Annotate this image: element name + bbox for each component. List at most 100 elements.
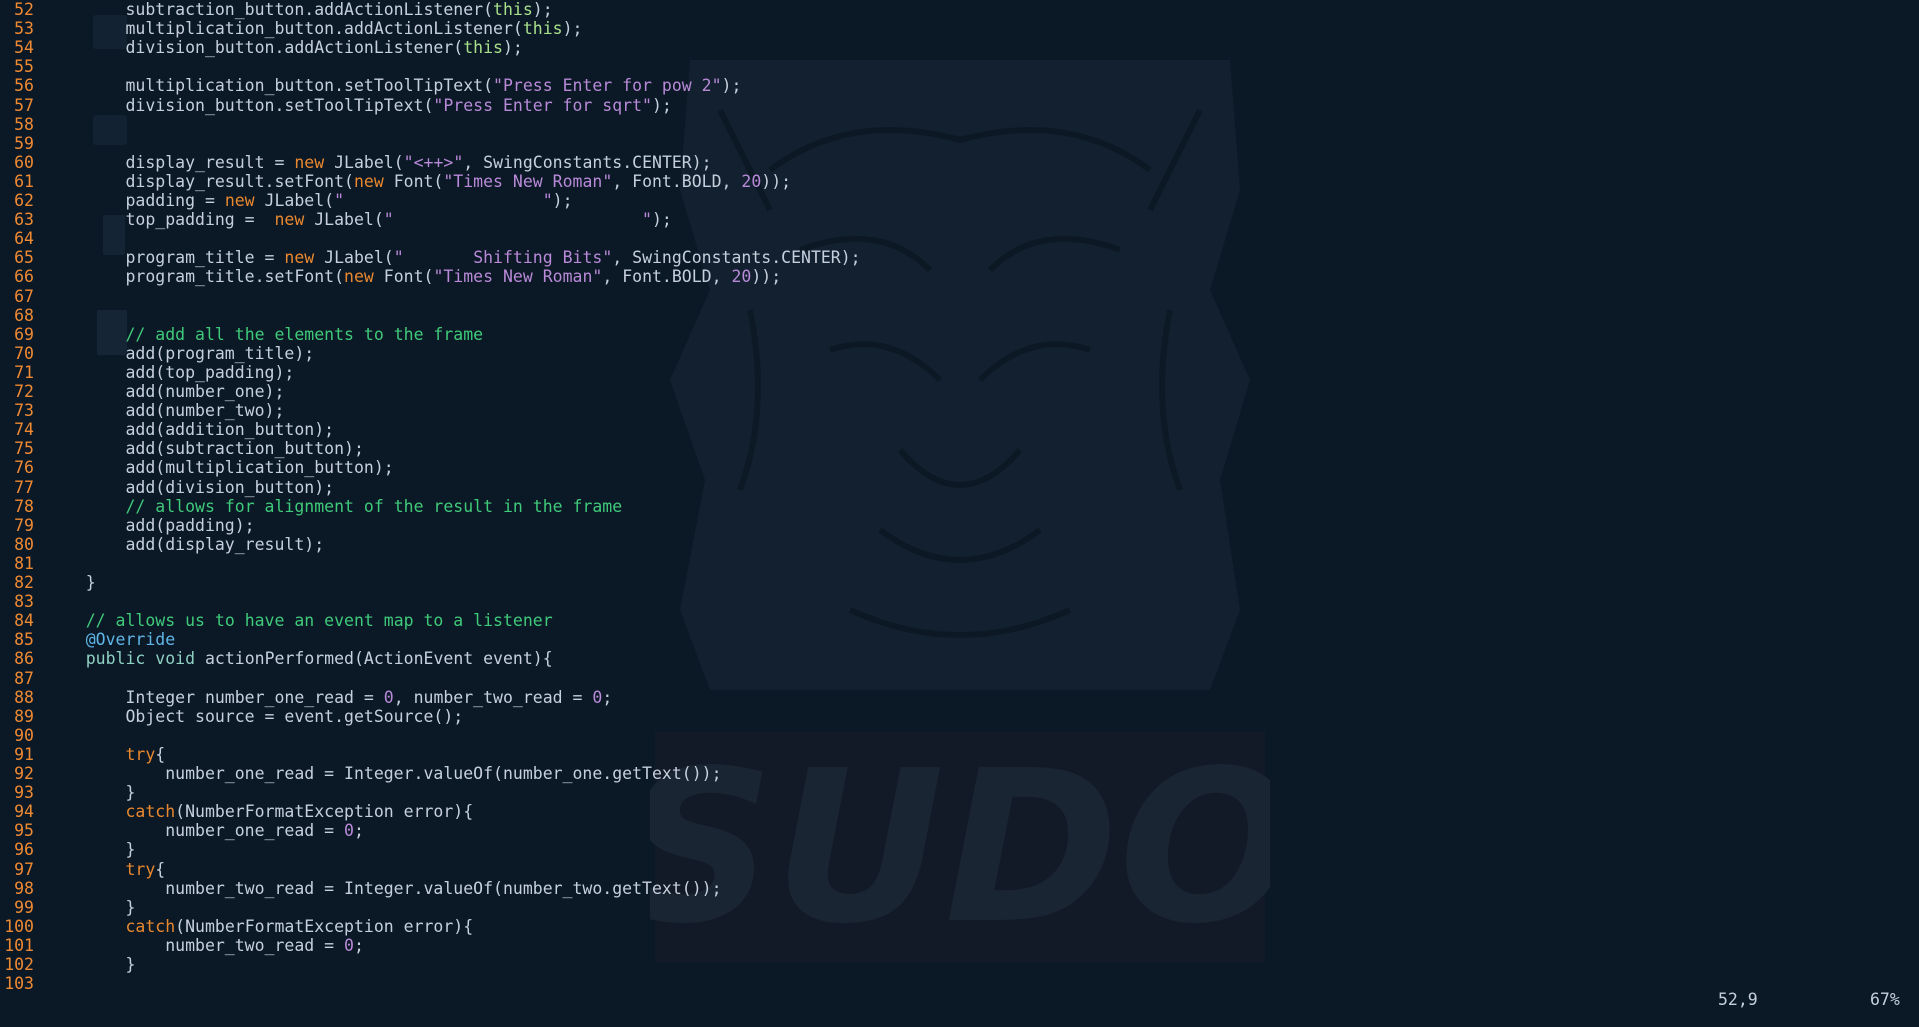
code-line[interactable]: 70 add(program_title); xyxy=(0,344,314,363)
code-line[interactable]: 85 @Override xyxy=(0,630,175,649)
code-token: Integer number_one_read = xyxy=(46,687,384,707)
code-line[interactable]: 98 number_two_read = Integer.valueOf(num… xyxy=(0,878,721,898)
code-text: } xyxy=(34,783,135,802)
code-token: add(padding); xyxy=(46,515,255,535)
line-number: 75 xyxy=(14,439,34,459)
code-token: } xyxy=(46,573,96,592)
line-number: 92 xyxy=(14,764,34,783)
code-line[interactable]: 60 display_result = new JLabel("<++>", S… xyxy=(0,153,712,172)
code-token: "<++>" xyxy=(403,152,464,172)
line-number: 85 xyxy=(14,630,34,650)
code-line[interactable]: 71 add(top_padding); xyxy=(0,363,294,382)
code-line[interactable]: 92 number_one_read = Integer.valueOf(num… xyxy=(0,764,721,783)
code-line[interactable]: 102 } xyxy=(0,955,135,974)
code-text: // allows us to have an event map to a l… xyxy=(34,611,553,630)
code-token: , Font.BOLD, xyxy=(602,267,732,287)
code-line[interactable]: 68 xyxy=(0,306,46,325)
code-token: catch xyxy=(125,802,176,822)
code-line[interactable]: 100 catch(NumberFormatException error){ xyxy=(0,917,473,936)
line-number: 52 xyxy=(14,0,34,19)
code-text: multiplication_button.addActionListener(… xyxy=(34,19,582,38)
code-line[interactable]: 78 // allows for alignment of the result… xyxy=(0,497,622,516)
line-number: 73 xyxy=(14,401,34,421)
code-token: new xyxy=(353,171,384,191)
code-line[interactable]: 66 program_title.setFont(new Font("Times… xyxy=(0,267,781,286)
code-line[interactable]: 81 xyxy=(0,554,46,573)
code-text: display_result.setFont(new Font("Times N… xyxy=(34,172,791,191)
editor-buffer[interactable]: 52 subtraction_button.addActionListener(… xyxy=(0,0,1919,993)
code-token: number_one_read = xyxy=(46,821,345,841)
code-token: " Shifting Bits" xyxy=(393,248,613,268)
code-token: } xyxy=(46,783,136,803)
code-line[interactable]: 62 padding = new JLabel(" "); xyxy=(0,191,572,210)
line-number: 102 xyxy=(4,955,34,974)
code-line[interactable]: 61 display_result.setFont(new Font("Time… xyxy=(0,172,791,191)
code-line[interactable]: 54 division_button.addActionListener(thi… xyxy=(0,38,523,57)
code-line[interactable]: 90 xyxy=(0,726,46,745)
code-token: " " xyxy=(383,210,652,230)
code-line[interactable]: 89 Object source = event.getSource(); xyxy=(0,707,463,726)
code-token: add(top_padding); xyxy=(46,362,295,382)
line-number: 63 xyxy=(14,210,34,230)
code-token: // add all the elements to the frame xyxy=(125,324,484,344)
code-line[interactable]: 96 } xyxy=(0,840,135,859)
code-line[interactable]: 72 add(number_one); xyxy=(0,382,284,401)
code-line[interactable]: 74 add(addition_button); xyxy=(0,420,334,439)
code-line[interactable]: 80 add(display_result); xyxy=(0,535,324,554)
code-line[interactable]: 86 public void actionPerformed(ActionEve… xyxy=(0,649,553,668)
code-line[interactable]: 101 number_two_read = 0; xyxy=(0,936,364,955)
code-token: JLabel( xyxy=(314,248,394,268)
code-line[interactable]: 99 } xyxy=(0,898,135,917)
code-line[interactable]: 95 number_one_read = 0; xyxy=(0,821,364,840)
code-line[interactable]: 77 add(division_button); xyxy=(0,478,334,497)
line-number: 74 xyxy=(14,420,34,440)
line-number: 71 xyxy=(14,362,34,382)
code-token: display_result = xyxy=(46,152,295,172)
code-line[interactable]: 76 add(multiplication_button); xyxy=(0,458,394,477)
code-token: number_two_read = xyxy=(46,935,345,955)
code-token: , number_two_read = xyxy=(393,687,593,707)
code-line[interactable]: 64 xyxy=(0,229,46,248)
code-line[interactable]: 75 add(subtraction_button); xyxy=(0,439,364,458)
code-line[interactable]: 58 xyxy=(0,115,46,134)
code-text: program_title.setFont(new Font("Times Ne… xyxy=(34,267,781,286)
code-token: subtraction_button.addActionListener( xyxy=(46,0,494,19)
code-line[interactable]: 57 division_button.setToolTipText("Press… xyxy=(0,96,672,115)
code-line[interactable]: 56 multiplication_button.setToolTipText(… xyxy=(0,76,741,95)
code-line[interactable]: 83 xyxy=(0,592,46,611)
line-number: 56 xyxy=(14,76,34,96)
code-token: } xyxy=(46,897,136,917)
code-line[interactable]: 65 program_title = new JLabel(" Shifting… xyxy=(0,248,861,267)
code-line[interactable]: 67 xyxy=(0,287,46,306)
code-line[interactable]: 87 xyxy=(0,669,46,688)
code-text: add(program_title); xyxy=(34,344,314,363)
cursor-position: 52,9 xyxy=(1718,990,1758,1009)
code-line[interactable]: 59 xyxy=(0,134,46,153)
code-line[interactable]: 73 add(number_two); xyxy=(0,401,284,420)
code-token: // allows for alignment of the result in… xyxy=(125,496,623,516)
code-token: add(multiplication_button); xyxy=(46,458,394,478)
code-token: void xyxy=(155,649,196,669)
code-line[interactable]: 94 catch(NumberFormatException error){ xyxy=(0,802,473,821)
line-number: 88 xyxy=(14,687,34,707)
line-number: 91 xyxy=(14,744,34,764)
code-line[interactable]: 79 add(padding); xyxy=(0,516,255,535)
code-text: add(multiplication_button); xyxy=(34,458,394,478)
code-token: 0 xyxy=(383,687,394,707)
line-number: 98 xyxy=(14,878,34,898)
code-token: display_result.setFont( xyxy=(46,171,354,191)
code-line[interactable]: 84 // allows us to have an event map to … xyxy=(0,611,553,630)
code-line[interactable]: 88 Integer number_one_read = 0, number_t… xyxy=(0,688,612,707)
code-line[interactable]: 52 subtraction_button.addActionListener(… xyxy=(0,0,553,19)
code-line[interactable]: 55 xyxy=(0,57,46,76)
code-line[interactable]: 97 try{ xyxy=(0,860,165,879)
code-line[interactable]: 82 } xyxy=(0,573,96,592)
code-line[interactable]: 91 try{ xyxy=(0,745,165,764)
code-line[interactable]: 69 // add all the elements to the frame xyxy=(0,325,483,344)
code-line[interactable]: 93 } xyxy=(0,783,135,802)
code-line[interactable]: 53 multiplication_button.addActionListen… xyxy=(0,19,582,38)
code-line[interactable]: 63 top_padding = new JLabel(" "); xyxy=(0,210,672,229)
